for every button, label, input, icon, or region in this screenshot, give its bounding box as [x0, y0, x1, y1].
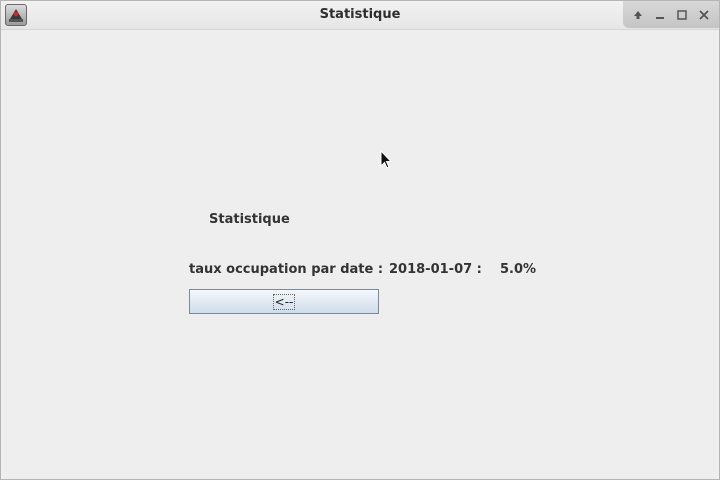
minimize-icon[interactable] [652, 7, 668, 23]
back-button[interactable]: <-- [189, 289, 379, 314]
content-panel: Statistique taux occupation par date : 2… [1, 30, 719, 479]
window-title: Statistique [319, 7, 401, 22]
close-icon[interactable] [696, 7, 712, 23]
date-value: 2018-01-07 : [389, 262, 482, 277]
title-bar[interactable]: Statistique [1, 1, 719, 30]
window-controls [623, 1, 719, 28]
restore-icon[interactable] [630, 7, 646, 23]
occupation-label: taux occupation par date : [189, 262, 384, 277]
back-button-label: <-- [272, 293, 296, 310]
rate-value: 5.0% [500, 262, 537, 277]
app-window: Statistique Statistique taux occupation … [0, 0, 720, 480]
mouse-cursor-icon [380, 149, 394, 174]
maximize-icon[interactable] [674, 7, 690, 23]
page-heading: Statistique [209, 212, 290, 227]
